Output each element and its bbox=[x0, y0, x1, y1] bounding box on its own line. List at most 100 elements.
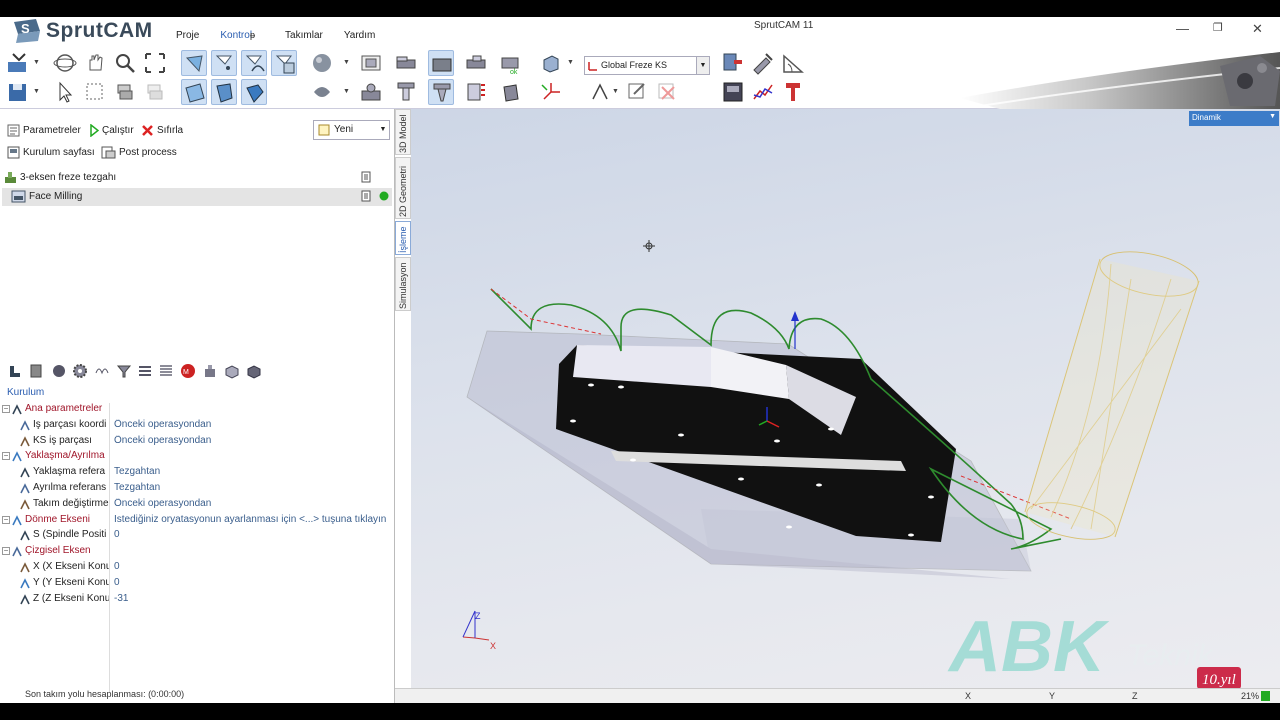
m-code-icon[interactable]: M bbox=[180, 363, 196, 379]
fixture-view-icon[interactable] bbox=[498, 79, 524, 105]
menu-takimlar[interactable]: Takımlar bbox=[285, 30, 323, 41]
zoom-icon[interactable] bbox=[112, 50, 138, 76]
fixture-tab-icon[interactable] bbox=[246, 363, 262, 379]
tab-2d-geometri[interactable]: 2D Geometri bbox=[395, 157, 411, 219]
red-tool-icon[interactable] bbox=[780, 79, 806, 105]
param-group-row[interactable]: − Dönme Ekseni İstediğiniz oryatasyonun ay… bbox=[0, 514, 394, 530]
param-row[interactable]: Y (Y Ekseni Konu 0 bbox=[0, 577, 394, 593]
save-icon[interactable] bbox=[5, 79, 31, 105]
coordinate-system-select[interactable]: Global Freze KS ▼ bbox=[584, 56, 710, 75]
ks-edit-icon[interactable] bbox=[624, 79, 650, 105]
tab-simulasyon[interactable]: Simulasyon bbox=[395, 257, 411, 311]
param-value[interactable]: Önceki operasyondan bbox=[114, 435, 392, 446]
tab-3d-model[interactable]: 3D Model bbox=[395, 109, 411, 155]
param-row[interactable]: Takım değiştirme Önceki operasyondan bbox=[0, 498, 394, 514]
view-side-icon[interactable] bbox=[393, 50, 419, 76]
setup-tab-icon[interactable] bbox=[7, 363, 23, 379]
run-button[interactable]: Çalıştır bbox=[90, 123, 134, 138]
tree-item-machine[interactable]: 3-eksen freze tezgahı bbox=[4, 171, 116, 184]
menu-yardim[interactable]: Yardım bbox=[344, 30, 376, 41]
filter-curve-icon[interactable] bbox=[241, 50, 267, 76]
document-icon[interactable] bbox=[361, 190, 372, 202]
rotate-view-icon[interactable] bbox=[52, 50, 78, 76]
tool-view-icon[interactable] bbox=[393, 79, 419, 105]
param-row[interactable]: Ayrılma referans Tezgahtan bbox=[0, 482, 394, 498]
parameters-button[interactable]: Parametreler bbox=[7, 124, 81, 137]
collapse-icon[interactable]: − bbox=[2, 547, 10, 556]
param-row[interactable]: İş parçası koordi Önceki operasyondan bbox=[0, 419, 394, 435]
param-row[interactable]: Yaklaşma refera Tezgahtan bbox=[0, 466, 394, 482]
filter-solid-icon[interactable] bbox=[211, 79, 237, 105]
param-row[interactable]: S (Spindle Positi 0 bbox=[0, 529, 394, 545]
minimize-button[interactable]: — bbox=[1176, 21, 1189, 36]
layers-disabled-icon[interactable] bbox=[142, 79, 168, 105]
probe-tab-icon[interactable] bbox=[202, 363, 218, 379]
param-value[interactable]: Önceki operasyondan bbox=[114, 419, 392, 430]
filter-tab-icon[interactable] bbox=[116, 363, 132, 379]
measure-tool-icon[interactable] bbox=[750, 50, 776, 76]
coordinate-axes-icon[interactable] bbox=[538, 79, 564, 105]
restore-button[interactable]: ❐ bbox=[1213, 21, 1223, 34]
ks-delete-icon[interactable] bbox=[654, 79, 680, 105]
filter-mesh-icon[interactable] bbox=[271, 50, 297, 76]
close-button[interactable]: ✕ bbox=[1252, 21, 1263, 37]
pan-hand-icon[interactable] bbox=[82, 50, 108, 76]
document-icon[interactable] bbox=[361, 171, 372, 183]
collapse-icon[interactable]: − bbox=[2, 452, 10, 461]
menu-proje[interactable]: Proje bbox=[176, 30, 199, 41]
param-row[interactable]: KS iş parçası Önceki operasyondan bbox=[0, 435, 394, 451]
param-value[interactable]: 0 bbox=[114, 577, 392, 588]
view-top-icon[interactable] bbox=[358, 50, 384, 76]
collapse-icon[interactable]: − bbox=[2, 405, 10, 413]
param-value[interactable]: 0 bbox=[114, 561, 392, 572]
param-group-row[interactable]: − Çizgisel Eksen bbox=[0, 545, 394, 561]
angle-measure-icon[interactable] bbox=[780, 50, 806, 76]
view-ok-icon[interactable]: ok bbox=[498, 50, 524, 76]
box-select-icon[interactable] bbox=[82, 79, 108, 105]
param-group-row[interactable]: − Ana parametreler bbox=[0, 403, 394, 419]
filter-face-icon[interactable] bbox=[181, 79, 207, 105]
stock-tab-icon[interactable] bbox=[224, 363, 240, 379]
machine-view-icon[interactable] bbox=[358, 79, 384, 105]
post-process-button[interactable]: Post process bbox=[101, 146, 177, 159]
layers-icon[interactable] bbox=[112, 79, 138, 105]
param-value[interactable]: -31 bbox=[114, 593, 392, 604]
workpiece-cube-icon[interactable] bbox=[538, 50, 564, 76]
import-icon[interactable] bbox=[5, 50, 31, 76]
toolpath-view-icon[interactable] bbox=[463, 79, 489, 105]
filter-body-icon[interactable] bbox=[241, 79, 267, 105]
tool-tab-icon[interactable] bbox=[28, 363, 44, 379]
filter-point-icon[interactable] bbox=[211, 50, 237, 76]
param-value[interactable]: Tezgahtan bbox=[114, 482, 392, 493]
graph-icon[interactable] bbox=[750, 79, 776, 105]
param-value[interactable]: 0 bbox=[114, 529, 392, 540]
3d-viewport[interactable]: Dinamik ▼ Z X ABK Teknik 10.yıl bbox=[411, 109, 1280, 688]
view-solid-icon[interactable] bbox=[428, 50, 454, 76]
pin-ribbon-icon[interactable]: ᵽ bbox=[250, 30, 255, 40]
list-tab-icon[interactable] bbox=[137, 363, 153, 379]
filter-surface-icon[interactable] bbox=[181, 50, 207, 76]
ks-add-icon[interactable] bbox=[587, 79, 613, 105]
report-icon[interactable] bbox=[720, 79, 746, 105]
strategy-tab-icon[interactable] bbox=[94, 363, 110, 379]
feed-tab-icon[interactable] bbox=[51, 363, 67, 379]
param-row[interactable]: Z (Z Ekseni Konu -31 bbox=[0, 593, 394, 609]
tool-holder-icon[interactable] bbox=[428, 79, 454, 105]
machine-setup-icon[interactable] bbox=[720, 50, 746, 76]
tab-isleme[interactable]: İşleme bbox=[395, 221, 411, 255]
render-mode-icon[interactable] bbox=[309, 79, 335, 105]
select-pointer-icon[interactable] bbox=[52, 79, 78, 105]
menu-kontrol[interactable]: Kontrol bbox=[220, 30, 252, 41]
param-value[interactable]: İstediğiniz oryatasyonun ayarlanması içi… bbox=[114, 514, 392, 525]
param-value[interactable]: Tezgahtan bbox=[114, 466, 392, 477]
new-operation-select[interactable]: Yeni ▼ bbox=[313, 120, 390, 140]
setup-page-button[interactable]: Kurulum sayfası bbox=[7, 146, 95, 159]
gear-icon[interactable] bbox=[72, 363, 88, 379]
param-value[interactable]: Önceki operasyondan bbox=[114, 498, 392, 509]
table-tab-icon[interactable] bbox=[158, 363, 174, 379]
param-group-row[interactable]: − Yaklaşma/Ayrılma bbox=[0, 450, 394, 466]
collapse-icon[interactable]: − bbox=[2, 515, 10, 524]
shading-sphere-icon[interactable] bbox=[309, 50, 335, 76]
view-front-icon[interactable] bbox=[463, 50, 489, 76]
zoom-fit-icon[interactable] bbox=[142, 50, 168, 76]
